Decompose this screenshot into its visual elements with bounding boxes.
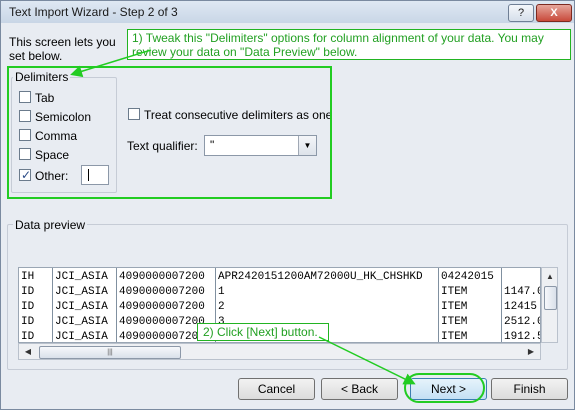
finish-button[interactable]: Finish: [491, 378, 568, 400]
table-cell: JCI_ASIA: [55, 286, 108, 298]
horizontal-scroll-thumb[interactable]: |||: [39, 346, 181, 359]
help-button[interactable]: ?: [508, 4, 534, 22]
cancel-button[interactable]: Cancel: [238, 378, 315, 400]
delimiters-highlight-frame: [7, 66, 332, 199]
table-cell: ID: [21, 331, 35, 343]
delimiters-callout: 1) Tweak this "Delimiters" options for c…: [127, 29, 571, 60]
scroll-right-icon[interactable]: ▶: [523, 344, 539, 359]
next-highlight-oval: [404, 373, 485, 403]
text-import-wizard-window: Text Import Wizard - Step 2 of 3 ? X Thi…: [0, 0, 575, 410]
intro-text: This screen lets you set below.: [9, 35, 116, 63]
horizontal-scrollbar[interactable]: ◀ ||| ▶: [18, 343, 541, 360]
next-callout: 2) Click [Next] button.: [197, 323, 329, 341]
help-icon: ?: [517, 7, 525, 19]
table-cell: ITEM: [441, 316, 468, 328]
data-preview-legend: Data preview: [13, 218, 88, 232]
table-cell: APR2420151200AM72000U_HK_CHSHKD: [218, 271, 423, 283]
table-cell: ITEM: [441, 286, 468, 298]
table-cell: ID: [21, 286, 35, 298]
scroll-up-icon[interactable]: ▲: [542, 269, 558, 284]
table-cell: JCI_ASIA: [55, 271, 108, 283]
table-cell: 1: [218, 286, 225, 298]
vertical-scrollbar[interactable]: ▲: [541, 267, 558, 343]
table-cell: 4090000007200: [119, 286, 205, 298]
table-cell: ID: [21, 316, 35, 328]
title-bar: Text Import Wizard - Step 2 of 3 ? X: [1, 1, 574, 23]
table-cell: IH: [21, 271, 35, 283]
table-cell: 12415: [504, 301, 538, 313]
table-cell: JCI_ASIA: [55, 331, 108, 343]
table-cell: ITEM: [441, 301, 468, 313]
table-cell: 2512.0: [504, 316, 541, 328]
table-cell: ID: [21, 301, 35, 313]
table-cell: JCI_ASIA: [55, 316, 108, 328]
scroll-left-icon[interactable]: ◀: [20, 344, 36, 359]
table-cell: 4090000007200: [119, 271, 205, 283]
window-title: Text Import Wizard - Step 2 of 3: [9, 5, 178, 19]
table-cell: 1912.5: [504, 331, 541, 343]
table-cell: 2: [218, 301, 225, 313]
close-button[interactable]: X: [536, 4, 572, 22]
vertical-scroll-thumb[interactable]: [544, 286, 557, 310]
table-row: ID JCI_ASIA 4090000007200 2 ITEM 12415: [19, 300, 540, 315]
close-icon: X: [550, 7, 558, 19]
back-button[interactable]: < Back: [321, 378, 398, 400]
table-row: ID JCI_ASIA 4090000007200 1 ITEM 1147.0: [19, 285, 540, 300]
table-cell: ITEM: [441, 331, 468, 343]
table-cell: 1147.0: [504, 286, 541, 298]
table-cell: 4090000007200: [119, 301, 205, 313]
table-row: IH JCI_ASIA 4090000007200 APR2420151200A…: [19, 270, 540, 285]
table-cell: JCI_ASIA: [55, 301, 108, 313]
table-cell: 04242015: [441, 271, 494, 283]
